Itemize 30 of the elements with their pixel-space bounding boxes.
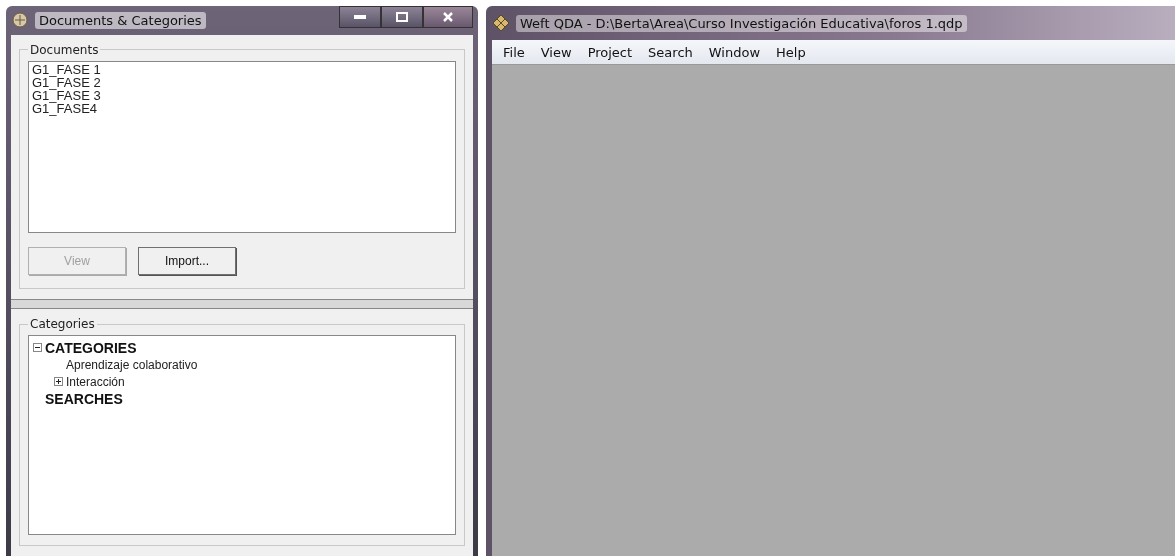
menu-item[interactable]: Window — [701, 42, 768, 62]
collapse-icon[interactable] — [33, 343, 42, 352]
window-title: Documents & Categories — [35, 11, 206, 29]
menu-item[interactable]: Search — [641, 42, 700, 62]
menu-item[interactable]: File — [496, 42, 532, 62]
tree-item[interactable]: SEARCHES — [45, 390, 123, 407]
menu-item[interactable]: View — [533, 42, 579, 62]
group-label: Categories — [29, 317, 96, 331]
list-item[interactable]: G1_FASE 3 — [32, 88, 452, 102]
maximize-icon — [396, 12, 408, 22]
list-item[interactable]: G1_FASE 1 — [32, 62, 452, 76]
document-list[interactable]: G1_FASE 1 G1_FASE 2 G1_FASE 3 G1_FASE4 — [28, 60, 456, 233]
maximize-button[interactable] — [381, 6, 423, 28]
minimize-icon — [354, 15, 366, 19]
menu-item[interactable]: Help — [769, 42, 813, 62]
tree-item[interactable]: Interacción — [66, 374, 125, 389]
minimize-button[interactable] — [339, 6, 381, 28]
window-title: Weft QDA - D:\Berta\Area\Curso Investigación Educativa\foros 1.qdp — [516, 14, 967, 32]
close-icon — [442, 11, 454, 23]
list-item[interactable]: G1_FASE 2 — [32, 75, 452, 89]
app-icon — [11, 11, 29, 30]
list-item[interactable]: G1_FASE4 — [32, 101, 452, 115]
import-button[interactable]: Import... — [138, 246, 236, 275]
group-label: Documents — [29, 42, 100, 57]
app-icon — [492, 14, 510, 32]
tree-item[interactable]: Aprendizaje colaborativo — [66, 357, 198, 372]
tree-item[interactable]: CATEGORIES — [45, 339, 137, 356]
close-button[interactable] — [423, 6, 473, 28]
expand-icon[interactable] — [54, 377, 63, 386]
menu-item[interactable]: Project — [580, 42, 640, 62]
